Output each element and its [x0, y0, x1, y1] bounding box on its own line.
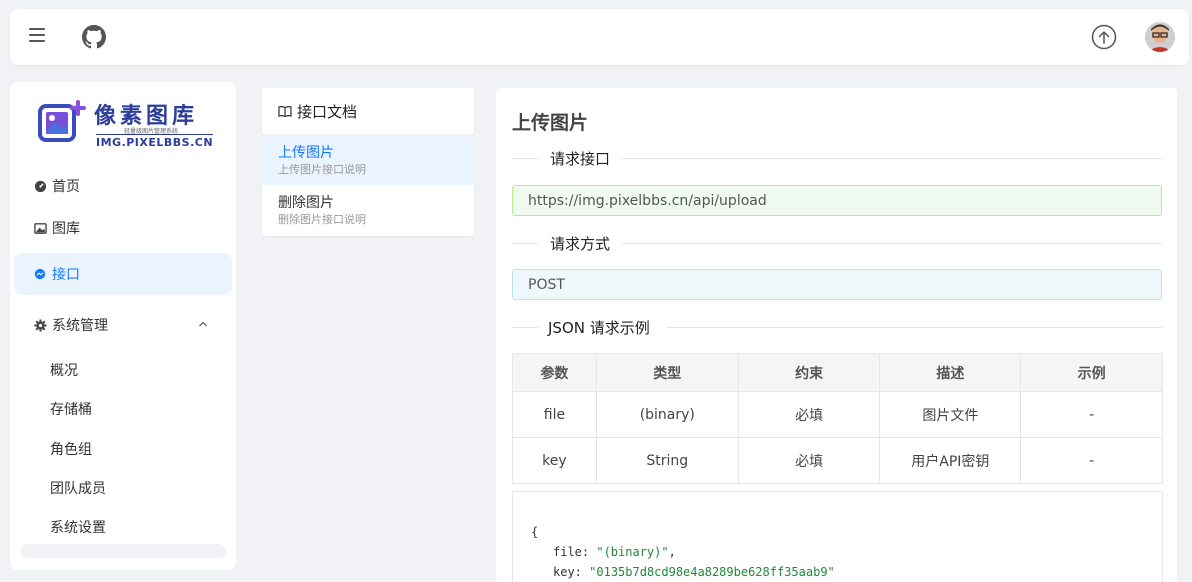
sidebar-sub-buckets[interactable]: 存储桶	[50, 399, 92, 419]
code-line: key: "0135b7d8cd98e4a8289be628ff35aab9"	[531, 562, 1162, 582]
endpoint-url: https://img.pixelbbs.cn/api/upload	[528, 192, 767, 209]
json-code-block[interactable]: { file: "(binary)", key: "0135b7d8cd98e4…	[512, 491, 1163, 582]
sidebar-sub-settings[interactable]: 系统设置	[50, 517, 106, 537]
code-string: "0135b7d8cd98e4a8289be628ff35aab9"	[589, 565, 835, 579]
dashboard-icon	[33, 179, 47, 193]
section-title: 请求方式	[550, 235, 611, 253]
sidebar-item-system[interactable]: 系统管理	[14, 304, 232, 346]
page-title: 上传图片	[512, 112, 589, 134]
table-row: file (binary) 必填 图片文件 -	[512, 391, 1163, 438]
sidebar: 像素图库 轻量级图片管理系统 IMG.PIXELBBS.CN 首页 图库 接口 …	[10, 82, 236, 570]
api-doc-title: 接口文档	[297, 102, 358, 121]
code-punct: ,	[668, 545, 676, 559]
sidebar-item-label: 系统管理	[52, 318, 108, 334]
top-header	[10, 9, 1189, 65]
section-title: 请求接口	[550, 150, 611, 168]
sidebar-item-label: 图库	[52, 221, 80, 237]
table-cell: String	[595, 437, 739, 484]
column-header: 描述	[879, 353, 1022, 392]
table-cell: -	[1020, 391, 1163, 438]
section-divider-example: JSON 请求示例	[512, 317, 1162, 337]
github-icon[interactable]	[82, 25, 106, 49]
sidebar-item-label: 首页	[52, 179, 80, 195]
sidebar-sub-roles[interactable]: 角色组	[50, 439, 92, 459]
doc-item-title: 删除图片	[278, 195, 334, 211]
api-doc-header: 接口文档	[262, 88, 474, 135]
section-divider-method: 请求方式	[512, 233, 1162, 253]
table-cell: key	[512, 437, 597, 484]
doc-item-desc: 删除图片接口说明	[278, 213, 366, 226]
api-doc-panel: 接口文档 上传图片 上传图片接口说明 删除图片 删除图片接口说明	[262, 88, 474, 236]
column-header: 示例	[1020, 353, 1163, 392]
main-content: 上传图片 请求接口 https://img.pixelbbs.cn/api/up…	[496, 88, 1177, 582]
hamburger-icon[interactable]	[29, 28, 45, 44]
table-row: key String 必填 用户API密钥 -	[512, 437, 1163, 484]
table-cell: file	[512, 391, 597, 438]
sidebar-item-label: 接口	[52, 267, 80, 283]
request-method: POST	[528, 276, 565, 293]
sidebar-sub-overview[interactable]: 概况	[50, 360, 78, 380]
params-table: 参数 类型 约束 描述 示例 file (binary) 必填 图片文件 - k…	[512, 353, 1163, 484]
doc-item-title: 上传图片	[278, 145, 334, 161]
code-key: key:	[553, 565, 582, 579]
user-avatar[interactable]	[1145, 22, 1175, 52]
api-icon	[33, 267, 47, 281]
table-cell: 必填	[737, 391, 881, 438]
sidebar-scroll-indicator[interactable]	[20, 544, 226, 558]
upload-circle-icon[interactable]	[1091, 24, 1117, 50]
doc-item-upload[interactable]: 上传图片 上传图片接口说明	[262, 135, 474, 185]
doc-item-delete[interactable]: 删除图片 删除图片接口说明	[262, 185, 474, 235]
table-cell: 图片文件	[879, 391, 1022, 438]
book-icon	[278, 106, 292, 118]
table-cell: 必填	[737, 437, 881, 484]
column-header: 约束	[737, 353, 881, 392]
section-divider-endpoint: 请求接口	[512, 148, 1162, 168]
sidebar-item-api[interactable]: 接口	[14, 253, 232, 295]
column-header: 参数	[512, 353, 597, 392]
logo-domain: IMG.PIXELBBS.CN	[96, 134, 214, 149]
column-header: 类型	[595, 353, 739, 392]
table-cell: 用户API密钥	[879, 437, 1022, 484]
code-line: file: "(binary)",	[531, 542, 1162, 562]
sidebar-item-home[interactable]: 首页	[14, 165, 232, 207]
brand-logo[interactable]: 像素图库 轻量级图片管理系统 IMG.PIXELBBS.CN	[38, 98, 218, 150]
code-line: {	[531, 525, 539, 539]
table-header-row: 参数 类型 约束 描述 示例	[512, 353, 1163, 392]
section-title: JSON 请求示例	[548, 319, 650, 337]
method-box[interactable]: POST	[512, 269, 1162, 300]
logo-image-icon	[38, 100, 86, 142]
code-string: "(binary)"	[596, 545, 669, 559]
table-cell: -	[1020, 437, 1163, 484]
gear-icon	[33, 318, 47, 332]
sidebar-item-gallery[interactable]: 图库	[14, 207, 232, 249]
endpoint-url-box[interactable]: https://img.pixelbbs.cn/api/upload	[512, 185, 1162, 216]
image-icon	[33, 221, 47, 235]
chevron-up-icon	[199, 321, 207, 327]
table-cell: (binary)	[595, 391, 739, 438]
code-key: file:	[553, 545, 590, 559]
sidebar-sub-members[interactable]: 团队成员	[50, 478, 106, 498]
doc-item-desc: 上传图片接口说明	[278, 163, 366, 176]
